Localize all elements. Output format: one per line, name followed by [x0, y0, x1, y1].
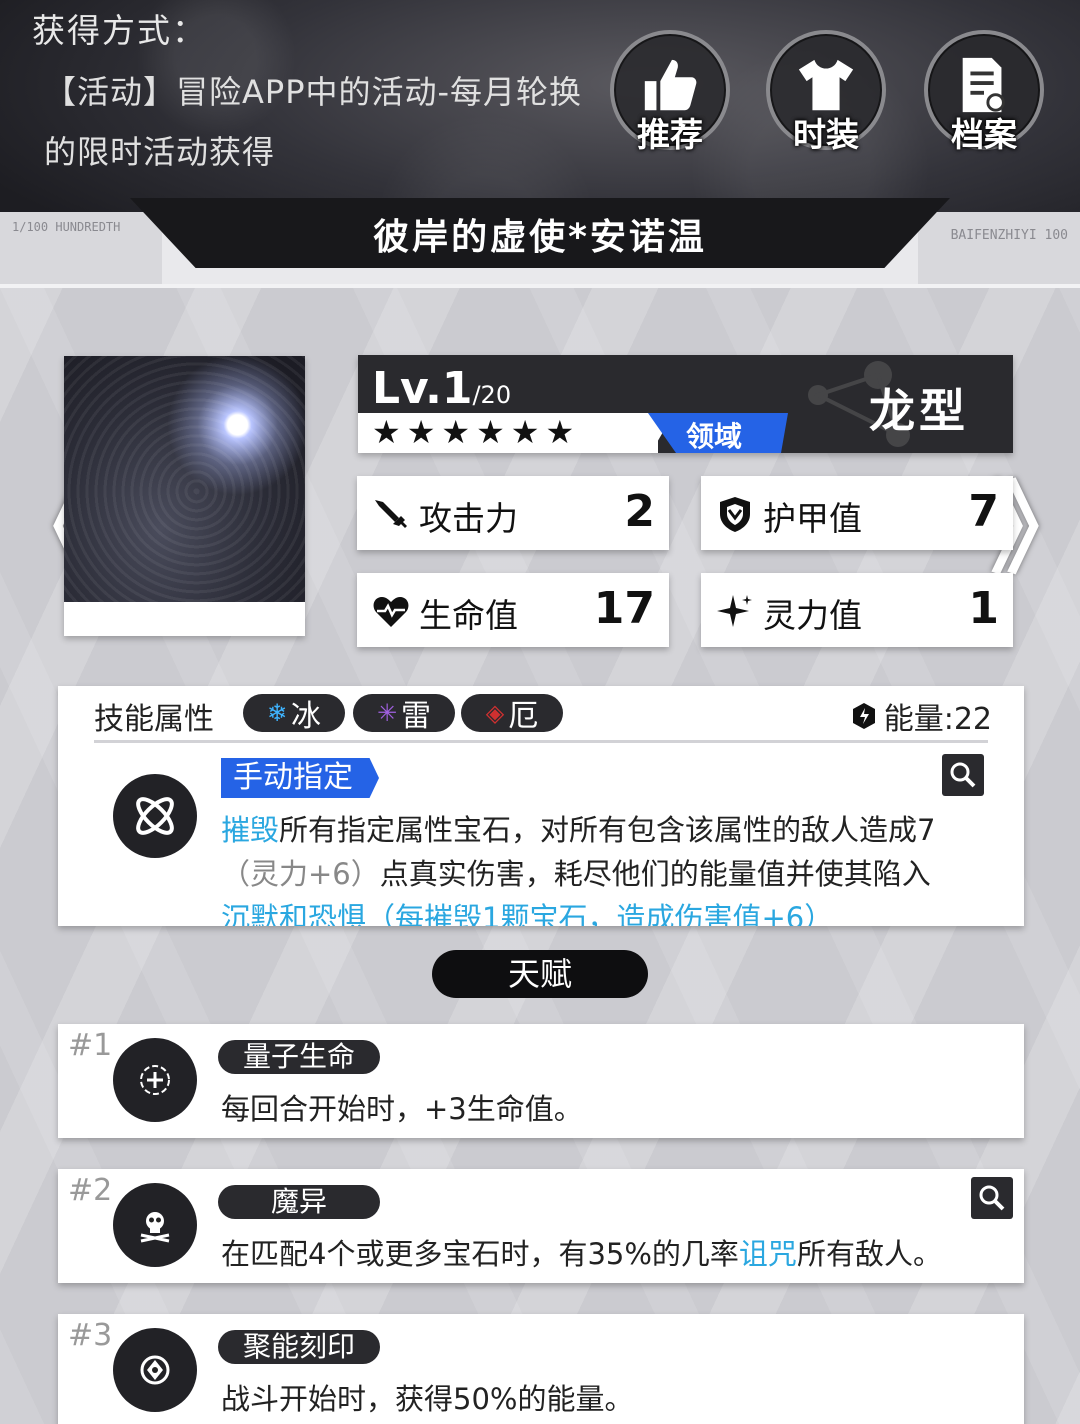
- talent-detail-button[interactable]: [971, 1177, 1013, 1219]
- fashion-button[interactable]: 时装: [766, 30, 886, 154]
- talent-item: #2 魔异 在匹配4个或更多宝石时，有35%的几率诅咒所有敌人。: [58, 1169, 1024, 1283]
- card-type: 龙型: [869, 384, 969, 438]
- acquire-label: 获得方式：: [32, 11, 207, 50]
- attr-chip-ice: ❄ 冰: [243, 694, 345, 734]
- atom-icon: [136, 797, 174, 835]
- talent-item: #3 聚能刻印 战斗开始时，获得50%的能量。: [58, 1314, 1024, 1424]
- star-rating: ★★★★★★: [372, 413, 581, 451]
- sparkle-icon: [717, 595, 752, 627]
- tshirt-icon: [798, 59, 854, 111]
- talent-desc: 在匹配4个或更多宝石时，有35%的几率诅咒所有敌人。: [221, 1237, 942, 1271]
- character-name: 彼岸的虚使*安诺温: [373, 217, 707, 258]
- skill-panel: 技能属性 ❄ 冰 ✳ 雷 ◈ 厄 能量:22 手动指定 摧毁所有指定属性宝石，对所有包…: [58, 686, 1024, 926]
- character-portrait[interactable]: [64, 356, 305, 636]
- talent-desc: 战斗开始时，获得50%的能量。: [221, 1382, 634, 1416]
- brand-deco-right: BAIFENZHIYI 100: [950, 228, 1068, 243]
- seal-icon[interactable]: [113, 1328, 197, 1412]
- talent-name: 魔异: [218, 1185, 380, 1219]
- recommend-button[interactable]: 推荐: [610, 30, 730, 154]
- skill-detail-button[interactable]: [942, 754, 984, 796]
- skill-attr-label: 技能属性: [94, 702, 214, 737]
- skull-icon[interactable]: [113, 1183, 197, 1267]
- magnifier-icon: [979, 1185, 1005, 1211]
- dragon-artwork: [64, 356, 305, 602]
- level-text: Lv.1/20: [372, 363, 512, 414]
- sword-icon: [375, 500, 407, 528]
- magnifier-icon: [950, 762, 976, 788]
- quantum-icon[interactable]: [113, 1038, 197, 1122]
- thumbs-up-icon: [644, 59, 697, 111]
- attr-chip-thunder: ✳ 雷: [353, 694, 455, 734]
- archive-button[interactable]: 档案: [924, 30, 1044, 154]
- acquire-text: 【活动】冒险APP中的活动-每月轮换的限时活动获得: [44, 73, 583, 171]
- heart-icon: [373, 597, 409, 627]
- talent-name: 量子生命: [218, 1040, 380, 1074]
- name-banner: 彼岸的虚使*安诺温 1/100 HUNDREDTH BAIFENZHIYI 10…: [0, 198, 1080, 298]
- archive-icon: [962, 57, 1005, 113]
- skill-description: 摧毁所有指定属性宝石，对所有包含该属性的敌人造成7 （灵力+6）点真实伤害，耗尽…: [221, 813, 936, 926]
- level-panel: Lv.1/20 ★★★★★★ 领域 龙型: [358, 355, 1013, 453]
- stat-attack: 攻击力 2: [357, 476, 669, 550]
- shield-icon: [720, 497, 750, 532]
- talent-desc: 每回合开始时，+3生命值。: [221, 1092, 583, 1126]
- fashion-label: 时装: [793, 115, 859, 154]
- recommend-label: 推荐: [637, 115, 703, 154]
- archive-label: 档案: [951, 115, 1017, 154]
- skill-tag: 手动指定: [221, 758, 379, 798]
- talent-name: 聚能刻印: [218, 1330, 380, 1364]
- brand-deco-left: 1/100 HUNDREDTH: [12, 220, 121, 234]
- talent-title: 天赋: [432, 950, 648, 998]
- stat-armor: 护甲值 7: [701, 476, 1013, 550]
- energy-display: 能量:22: [850, 694, 992, 738]
- talent-item: #1 量子生命 每回合开始时，+3生命值。: [58, 1024, 1024, 1138]
- stat-health: 生命值 17: [357, 573, 669, 647]
- skill-icon[interactable]: [113, 774, 197, 858]
- stat-spirit: 灵力值 1: [701, 573, 1013, 647]
- domain-label: 领域: [686, 420, 743, 453]
- attr-chip-doom: ◈ 厄: [461, 694, 563, 734]
- thunder-icon: ✳: [376, 699, 398, 727]
- ice-icon: ❄: [266, 699, 288, 727]
- doom-icon: ◈: [485, 699, 505, 727]
- energy-icon: [852, 703, 875, 729]
